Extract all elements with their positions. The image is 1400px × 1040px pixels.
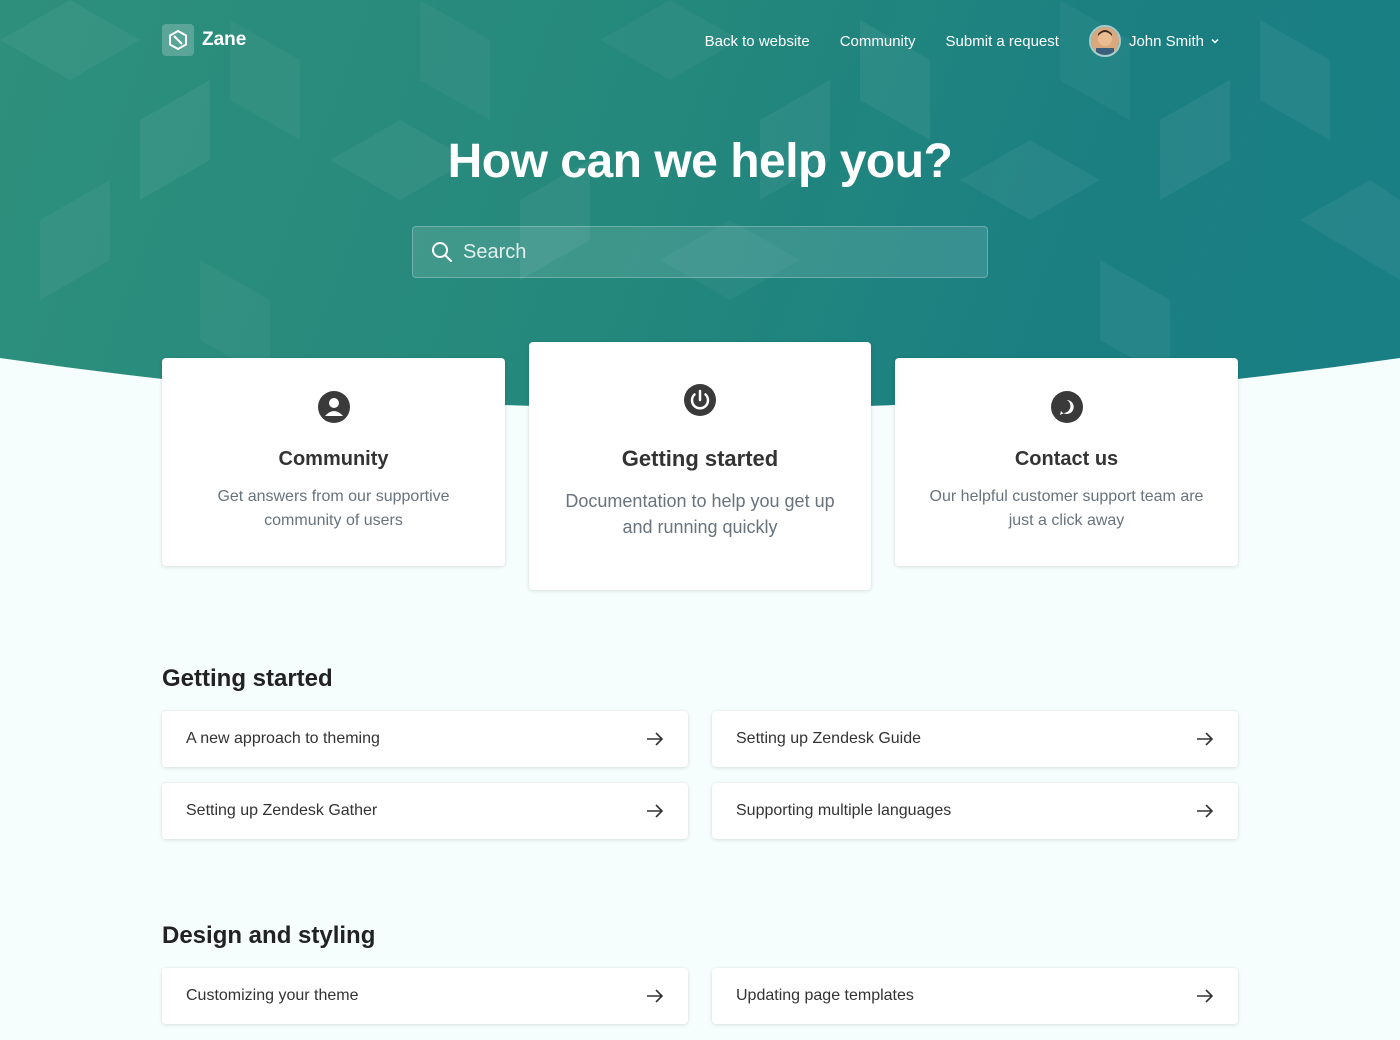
brand-name: Zane (202, 29, 247, 50)
avatar (1088, 25, 1121, 57)
search-bar[interactable] (412, 226, 988, 278)
arrow-right-icon (647, 989, 664, 1003)
block-description: Get answers from our supportive communit… (217, 488, 450, 529)
article-link[interactable]: Setting up Zendesk Gather (162, 783, 688, 839)
arrow-right-icon (1197, 732, 1214, 746)
logo-mark-icon (162, 24, 194, 56)
chevron-down-icon (1211, 38, 1219, 44)
arrow-right-icon (1197, 989, 1214, 1003)
article-title: Setting up Zendesk Gather (186, 802, 378, 819)
section-title: Design and styling (162, 922, 376, 949)
arrow-right-icon (1197, 804, 1214, 818)
article-link[interactable]: Customizing your theme (162, 968, 688, 1024)
brand-logo[interactable]: Zane (162, 24, 246, 56)
block-title: Community (278, 448, 389, 470)
article-title: Supporting multiple languages (736, 802, 952, 819)
arrow-right-icon (647, 732, 664, 746)
block-description: Documentation to help you get up and run… (565, 491, 835, 537)
block-community[interactable]: Community Get answers from our supportiv… (162, 358, 505, 566)
top-nav: Back to website Community Submit a reque… (675, 24, 1220, 58)
nav-community[interactable]: Community (840, 33, 916, 50)
block-title: Getting started (621, 446, 779, 471)
article-title: A new approach to theming (186, 730, 380, 747)
nav-back-to-website[interactable]: Back to website (705, 33, 810, 50)
article-link[interactable]: A new approach to theming (162, 711, 688, 767)
page-title: How can we help you? (447, 135, 953, 188)
arrow-right-icon (647, 804, 664, 818)
chat-bubble-icon (1050, 391, 1083, 423)
article-link[interactable]: Setting up Zendesk Guide (712, 711, 1238, 767)
block-getting-started[interactable]: Getting started Documentation to help yo… (529, 342, 871, 590)
article-link[interactable]: Supporting multiple languages (712, 783, 1238, 839)
user-menu[interactable]: John Smith (1088, 25, 1220, 57)
power-icon (684, 384, 716, 416)
search-icon (432, 242, 452, 262)
block-contact-us[interactable]: Contact us Our helpful customer support … (895, 358, 1238, 566)
section-title: Getting started (162, 665, 333, 692)
block-description: Our helpful customer support team are ju… (929, 488, 1204, 529)
article-title: Setting up Zendesk Guide (736, 730, 922, 747)
article-title: Customizing your theme (186, 987, 359, 1004)
article-title: Updating page templates (736, 987, 914, 1004)
nav-submit-request[interactable]: Submit a request (946, 33, 1059, 50)
search-input[interactable] (463, 240, 943, 264)
article-link[interactable]: Updating page templates (712, 968, 1238, 1024)
user-name: John Smith (1128, 32, 1204, 50)
user-circle-icon (317, 391, 350, 423)
block-title: Contact us (1014, 448, 1119, 470)
